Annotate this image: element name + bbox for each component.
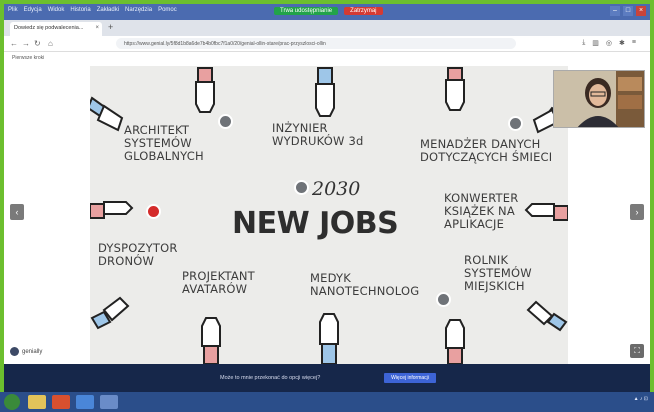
hotspot-red-icon[interactable]: [146, 204, 161, 219]
menu-item[interactable]: Pomoc: [158, 7, 177, 13]
app-icon[interactable]: [100, 395, 118, 409]
menu-item[interactable]: Plik: [8, 7, 18, 13]
minimize-icon[interactable]: –: [610, 6, 620, 16]
zoom-icon[interactable]: [76, 395, 94, 409]
previous-slide-button[interactable]: ‹: [10, 204, 24, 220]
slide-year: 2030: [312, 178, 361, 200]
notification-button[interactable]: Więcej informacji: [384, 373, 436, 383]
browser-titlebar: Plik Edycja Widok Historia Zakładki Narz…: [4, 4, 650, 20]
info-circle-icon[interactable]: [218, 114, 233, 129]
screen: Plik Edycja Widok Historia Zakładki Narz…: [0, 0, 654, 412]
screen-share-bar: Trwa udostępnianie Zatrzymaj: [274, 7, 383, 15]
genially-logo-icon: [10, 347, 19, 356]
tab-close-icon[interactable]: ×: [95, 25, 99, 31]
address-bar[interactable]: https://www.genial.ly/5f8d1b8a6de7b4b0fb…: [116, 38, 516, 49]
window-controls: – □ ×: [610, 6, 646, 16]
tab-bar: Dowiedz się podwalecenia... × +: [4, 20, 650, 36]
hand-left-3: [90, 296, 130, 330]
job-label: PROJEKTANT AVATARÓW: [182, 269, 255, 296]
viewer-logo[interactable]: genially: [10, 347, 42, 356]
notification-text: Może to mnie przekonać do opcji więcej?: [220, 375, 321, 381]
menu-item[interactable]: Narzędzia: [125, 7, 152, 13]
download-icon[interactable]: ⤓: [582, 39, 585, 47]
hand-top-1: [195, 67, 215, 113]
hand-left-1: [90, 96, 124, 132]
maximize-icon[interactable]: □: [623, 6, 633, 16]
forward-icon[interactable]: →: [22, 39, 30, 48]
library-icon[interactable]: ▥: [592, 39, 599, 47]
webcam-person-image: [554, 71, 644, 127]
info-circle-icon[interactable]: [508, 116, 523, 131]
menu-item[interactable]: Historia: [70, 7, 90, 13]
menu-icon[interactable]: ≡: [632, 39, 636, 47]
hand-top-3: [445, 67, 465, 111]
hand-right-3: [526, 300, 568, 332]
job-label: KONWERTER KSIĄŻEK NA APLIKACJE: [444, 191, 519, 231]
start-icon[interactable]: [4, 394, 20, 410]
viewer-logo-label: genially: [22, 348, 43, 355]
back-icon[interactable]: ←: [10, 39, 18, 48]
menu-item[interactable]: Zakładki: [97, 7, 119, 13]
sync-icon[interactable]: ◎: [606, 39, 612, 47]
hand-top-2: [315, 67, 335, 117]
info-circle-icon[interactable]: [294, 180, 309, 195]
folder-icon[interactable]: [28, 395, 46, 409]
toolbar-icons: ⤓ ▥ ◎ ✱ ≡: [582, 39, 636, 47]
os-taskbar: ▲ ♪ ⊡: [0, 392, 654, 412]
browser-tab[interactable]: Dowiedz się podwalecenia... ×: [10, 22, 102, 36]
home-icon[interactable]: ⌂: [48, 39, 53, 48]
menu-item[interactable]: Widok: [48, 7, 65, 13]
hand-bottom-3: [445, 319, 465, 364]
new-tab-icon[interactable]: +: [108, 22, 113, 32]
bookmark-item[interactable]: Pierwsze kroki: [12, 55, 44, 61]
taskbar-apps: [28, 395, 118, 409]
system-tray: ▲ ♪ ⊡: [634, 396, 648, 402]
job-label: ARCHITEKT SYSTEMÓW GLOBALNYCH: [124, 123, 204, 163]
tray-icons[interactable]: ▲ ♪ ⊡: [634, 396, 648, 402]
firefox-icon[interactable]: [52, 395, 70, 409]
next-slide-button[interactable]: ›: [630, 204, 644, 220]
navigation-bar: ← → ↻ ⌂ https://www.genial.ly/5f8d1b8a6d…: [4, 36, 650, 52]
notification-bar: Może to mnie przekonać do opcji więcej? …: [4, 364, 650, 392]
job-label: ROLNIK SYSTEMÓW MIEJSKICH: [464, 253, 532, 293]
slide: ARCHITEKT SYSTEMÓW GLOBALNYCH INŻYNIER W…: [90, 66, 568, 364]
bookmarks-bar: Pierwsze kroki: [4, 52, 650, 64]
share-status-label: Trwa udostępnianie: [274, 7, 339, 15]
hand-bottom-2: [319, 313, 339, 364]
stop-share-button[interactable]: Zatrzymaj: [344, 7, 383, 15]
hand-left-2: [90, 201, 134, 219]
extension-icon[interactable]: ✱: [619, 39, 625, 47]
tab-title: Dowiedz się podwalecenia...: [14, 25, 84, 31]
job-label: INŻYNIER WYDRUKÓW 3d: [272, 121, 364, 148]
menu-item[interactable]: Edycja: [24, 7, 42, 13]
fullscreen-button[interactable]: ⛶: [630, 344, 644, 358]
job-label: DYSPOZYTOR DRONÓW: [98, 241, 178, 268]
reload-icon[interactable]: ↻: [34, 39, 41, 48]
info-circle-icon[interactable]: [436, 292, 451, 307]
webcam-video[interactable]: [553, 70, 645, 128]
close-icon[interactable]: ×: [636, 6, 646, 16]
menu-bar: Plik Edycja Widok Historia Zakładki Narz…: [8, 7, 177, 13]
hand-bottom-1: [201, 317, 221, 364]
slide-title: NEW JOBS: [232, 206, 399, 241]
hand-right-2: [524, 203, 568, 221]
job-label: MEDYK NANOTECHNOLOG: [310, 271, 420, 298]
job-label: MENADŻER DANYCH DOTYCZĄCYCH ŚMIECI: [420, 137, 553, 164]
